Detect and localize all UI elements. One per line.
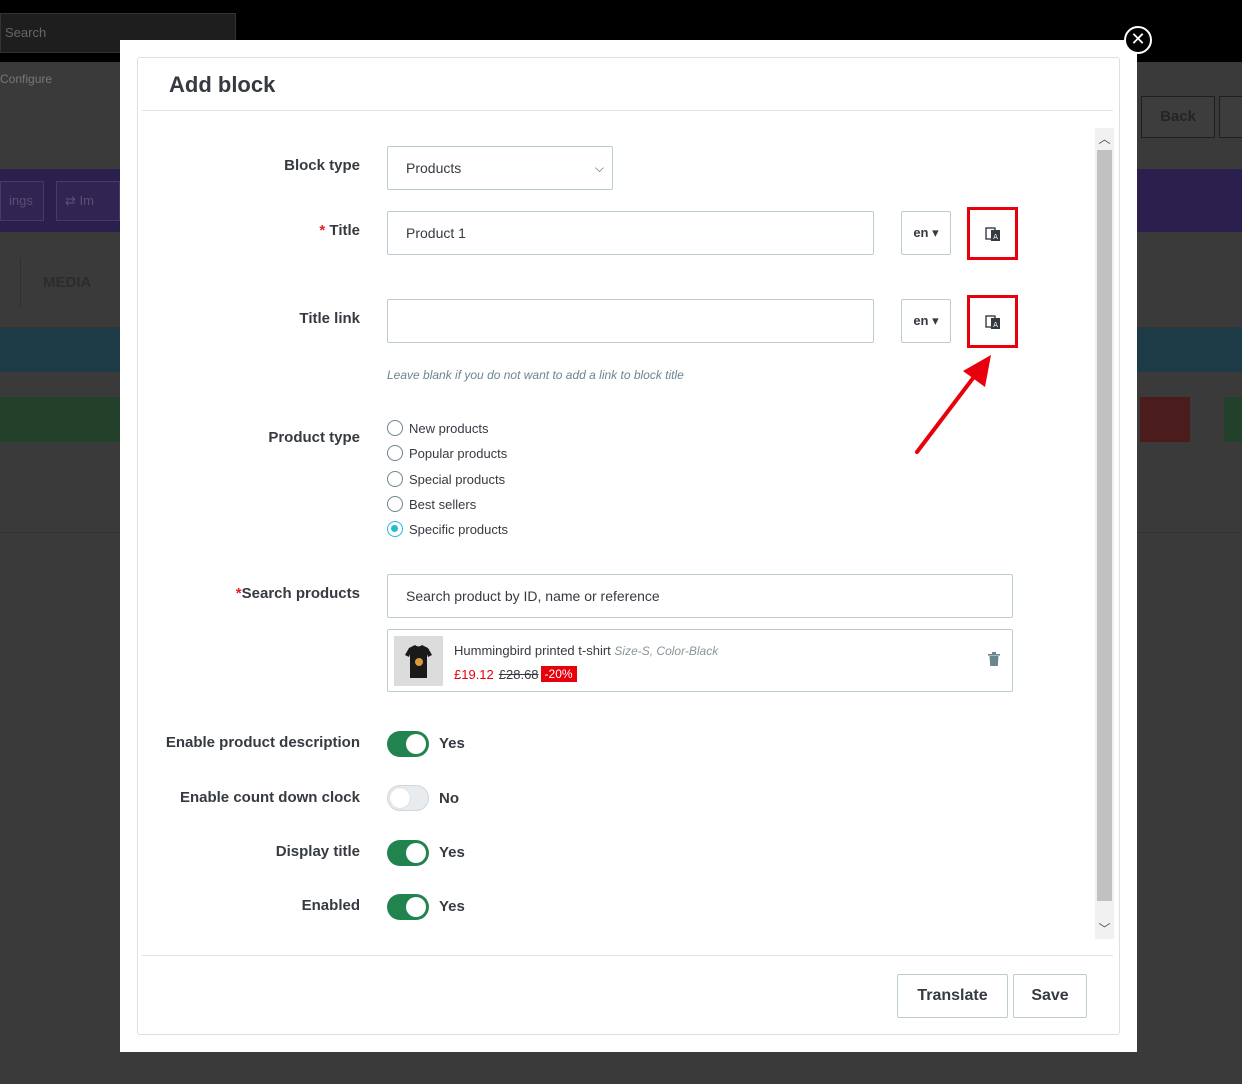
bg-green-button-right	[1224, 397, 1242, 442]
product-attributes: Size-S, Color-Black	[614, 644, 719, 658]
bg-tab-media: MEDIA	[20, 258, 120, 308]
radio-label: Best sellers	[409, 496, 477, 512]
radio-popular-products[interactable]: Popular products	[387, 443, 507, 463]
title-link-label: Title link	[299, 310, 360, 327]
translate-icon: A	[984, 314, 1000, 329]
title-label-text: Title	[329, 222, 360, 239]
enabled-toggle[interactable]	[387, 894, 429, 920]
trash-icon[interactable]	[988, 652, 1000, 671]
radio-label: Popular products	[409, 445, 508, 461]
title-input[interactable]: Product 1	[387, 211, 874, 255]
title-link-input[interactable]	[387, 299, 874, 343]
radio-special-products[interactable]: Special products	[387, 469, 505, 489]
toggle-knob	[406, 734, 426, 754]
title-translate-button[interactable]: A	[967, 207, 1018, 260]
scrollbar-thumb[interactable]	[1097, 150, 1112, 901]
radio-button[interactable]	[387, 420, 403, 436]
scroll-down-icon[interactable]: ﹀	[1095, 919, 1114, 939]
bg-delete-button	[1140, 397, 1190, 442]
close-icon[interactable]: ✕	[1124, 26, 1152, 54]
radio-specific-products[interactable]: Specific products	[387, 519, 508, 539]
count-down-value: No	[439, 790, 459, 807]
product-price: £19.12	[454, 666, 494, 682]
enable-description-value: Yes	[439, 735, 465, 752]
display-title-toggle[interactable]	[387, 840, 429, 866]
radio-best-sellers[interactable]: Best sellers	[387, 494, 476, 514]
count-down-toggle[interactable]	[387, 785, 429, 811]
product-thumbnail	[394, 636, 443, 686]
enabled-value: Yes	[439, 898, 465, 915]
count-down-label: Enable count down clock	[179, 789, 360, 806]
radio-label: Specific products	[409, 521, 508, 537]
title-link-lang-value: en	[913, 313, 929, 328]
header-divider	[142, 110, 1113, 111]
arrow-annotation	[915, 355, 991, 454]
title-lang-value: en	[913, 225, 929, 240]
modal-title: Add block	[169, 72, 276, 97]
caret-down-icon: ▾	[932, 225, 939, 240]
enable-description-toggle[interactable]	[387, 731, 429, 757]
product-name: Hummingbird printed t-shirt	[454, 643, 611, 658]
svg-text:A: A	[993, 233, 998, 241]
search-products-label-text: Search products	[241, 585, 360, 602]
toggle-knob	[406, 897, 426, 917]
required-mark: *	[319, 222, 326, 239]
translate-icon: A	[984, 226, 1000, 241]
bg-green-button	[0, 397, 120, 442]
block-type-select[interactable]: Products ⌵	[387, 146, 613, 190]
product-old-price: £28.68	[498, 666, 539, 682]
save-button[interactable]: Save	[1013, 974, 1087, 1018]
title-lang-dropdown[interactable]: en ▾	[901, 211, 951, 255]
footer-divider	[142, 955, 1113, 956]
radio-button[interactable]	[387, 471, 403, 487]
search-products-input[interactable]: Search product by ID, name or reference	[387, 574, 1013, 618]
title-label: * Title	[319, 222, 360, 239]
bg-extra-button	[1219, 96, 1242, 138]
title-link-help: Leave blank if you do not want to add a …	[387, 368, 684, 382]
radio-label: Special products	[409, 471, 506, 487]
product-name-line: Hummingbird printed t-shirt Size-S, Colo…	[454, 643, 718, 658]
search-products-label: *Search products	[236, 585, 360, 602]
svg-text:A: A	[993, 321, 998, 329]
display-title-value: Yes	[439, 844, 465, 861]
chevron-down-icon: ⌵	[594, 161, 604, 175]
enabled-label: Enabled	[301, 897, 360, 914]
radio-button-selected[interactable]	[387, 521, 403, 537]
radio-new-products[interactable]: New products	[387, 418, 488, 438]
radio-button[interactable]	[387, 496, 403, 512]
enable-description-label: Enable product description	[165, 734, 360, 751]
toggle-knob	[390, 788, 410, 808]
radio-button[interactable]	[387, 445, 403, 461]
scroll-up-icon[interactable]: ︿	[1095, 129, 1114, 149]
block-type-label: Block type	[284, 157, 360, 174]
product-type-label: Product type	[268, 429, 360, 446]
bg-import-button: ⇄ Im	[56, 181, 120, 221]
selected-product-card: Hummingbird printed t-shirt Size-S, Colo…	[387, 629, 1013, 692]
bg-nav-button: ings	[0, 181, 44, 221]
block-type-value: Products	[406, 160, 462, 176]
product-price-line: £19.12 £28.68 -20%	[454, 666, 577, 682]
bg-breadcrumb: Configure	[0, 72, 53, 86]
radio-label: New products	[409, 420, 489, 436]
translate-button[interactable]: Translate	[897, 974, 1008, 1018]
bg-back-button: Back	[1141, 96, 1215, 138]
form-panel	[137, 57, 1120, 1035]
display-title-label: Display title	[275, 843, 360, 860]
product-discount-badge: -20%	[540, 666, 577, 682]
title-link-translate-button[interactable]: A	[967, 295, 1018, 348]
caret-down-icon: ▾	[932, 313, 939, 328]
title-link-lang-dropdown[interactable]: en ▾	[901, 299, 951, 343]
toggle-knob	[406, 843, 426, 863]
